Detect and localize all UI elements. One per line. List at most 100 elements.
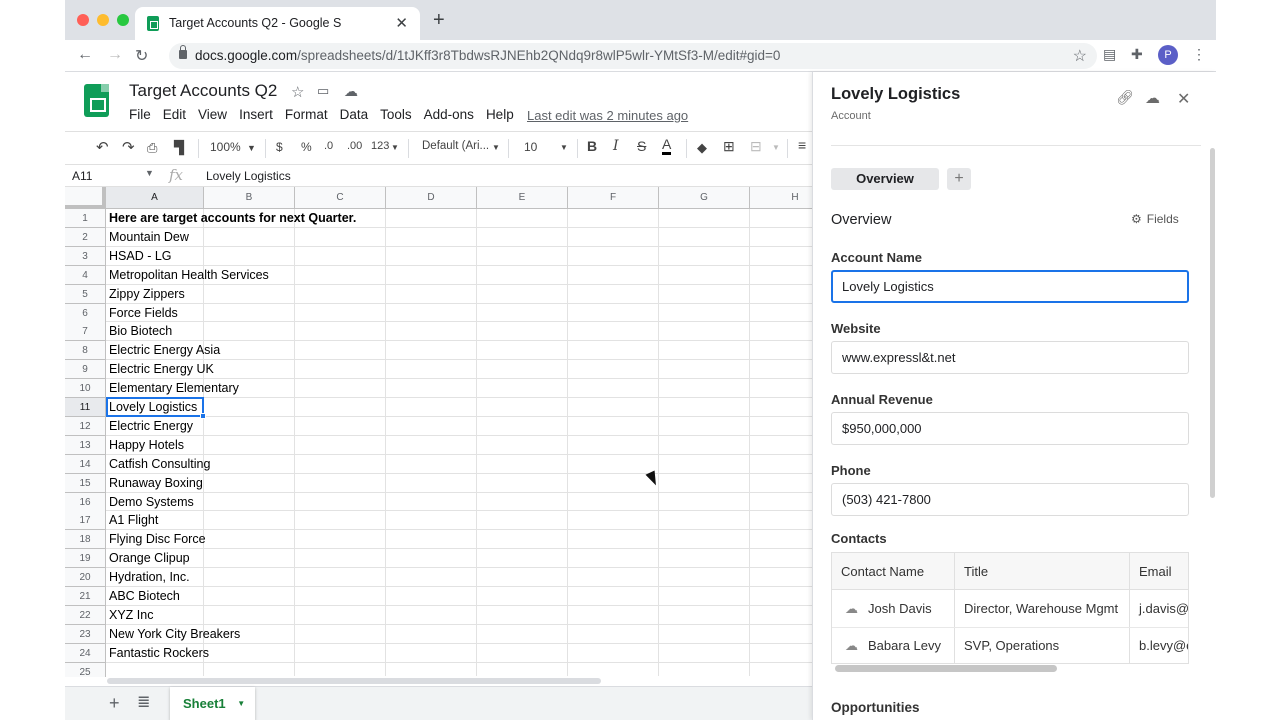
more-formats-dropdown-icon[interactable]: ▼ (391, 143, 399, 152)
menu-insert[interactable]: Insert (239, 107, 273, 122)
formula-input[interactable]: Lovely Logistics (206, 169, 291, 183)
strikethrough-button[interactable]: S (637, 138, 646, 154)
browser-tab[interactable]: Target Accounts Q2 - Google S ✕ (135, 7, 420, 40)
decrease-decimal-button[interactable]: .0 (324, 140, 333, 152)
cell[interactable]: Electric Energy (109, 417, 193, 436)
cell[interactable]: Electric Energy Asia (109, 341, 220, 360)
spreadsheet-grid[interactable]: A B C D E F G H 1 Here are target accounts for ne… (65, 187, 812, 677)
select-all-corner[interactable] (65, 187, 106, 209)
panel-vertical-scrollbar[interactable] (1210, 148, 1215, 498)
column-header-g[interactable]: G (659, 187, 750, 209)
sheet-tab-sheet1[interactable]: Sheet1 ▼ (170, 687, 255, 720)
cloud-icon[interactable]: ☁ (1145, 89, 1160, 107)
move-folder-icon[interactable]: ▭ (317, 83, 329, 99)
row-header[interactable]: 1 (65, 209, 106, 228)
menu-addons[interactable]: Add-ons (424, 107, 474, 122)
reading-list-icon[interactable]: ▤ (1103, 46, 1116, 63)
contacts-horizontal-scrollbar[interactable] (835, 665, 1057, 672)
sheets-logo-icon[interactable] (84, 84, 109, 117)
bold-button[interactable]: B (587, 138, 597, 154)
zoom-select[interactable]: 100% (210, 140, 241, 154)
phone-input[interactable]: (503) 421-7800 (831, 483, 1189, 516)
menu-help[interactable]: Help (486, 107, 514, 122)
row-header[interactable]: 19 (65, 549, 106, 569)
column-header-h[interactable]: H (750, 187, 812, 209)
column-header-c[interactable]: C (295, 187, 386, 209)
document-title[interactable]: Target Accounts Q2 (129, 81, 277, 101)
row-header[interactable]: 10 (65, 379, 106, 399)
text-color-button[interactable]: A (662, 137, 672, 155)
account-name-input[interactable]: Lovely Logistics (831, 270, 1189, 303)
font-select[interactable]: Default (Ari... (422, 140, 489, 152)
row-header[interactable]: 15 (65, 473, 106, 493)
undo-icon[interactable]: ↶ (96, 138, 109, 156)
contacts-header-email[interactable]: Email (1130, 553, 1188, 590)
column-header-e[interactable]: E (477, 187, 568, 209)
menu-file[interactable]: File (129, 107, 151, 122)
cell[interactable]: Happy Hotels (109, 436, 184, 455)
cell[interactable]: A1 Flight (109, 511, 158, 530)
row-header[interactable]: 5 (65, 284, 106, 304)
star-icon[interactable]: ☆ (291, 83, 304, 101)
maximize-window-button[interactable] (117, 14, 129, 26)
cell[interactable]: HSAD - LG (109, 247, 172, 266)
horizontal-scroll-thumb[interactable] (107, 678, 601, 684)
column-header-b[interactable]: B (204, 187, 295, 209)
merge-cells-icon[interactable]: ⊟ (750, 138, 762, 155)
close-tab-icon[interactable]: ✕ (395, 14, 408, 32)
italic-button[interactable]: I (613, 138, 619, 154)
cell[interactable]: Electric Energy UK (109, 360, 214, 379)
cell[interactable]: Mountain Dew (109, 228, 189, 247)
name-box[interactable]: A11 (72, 169, 92, 183)
column-header-d[interactable]: D (386, 187, 477, 209)
row-header[interactable]: 8 (65, 341, 106, 361)
zoom-dropdown-icon[interactable]: ▼ (247, 143, 256, 153)
row-header[interactable]: 17 (65, 511, 106, 531)
cell[interactable]: Here are target accounts for next Quarte… (109, 209, 356, 228)
cell[interactable]: Zippy Zippers (109, 285, 185, 304)
forward-arrow-icon[interactable]: → (107, 46, 123, 64)
reload-icon[interactable]: ↻ (135, 46, 148, 66)
contacts-header-name[interactable]: Contact Name (832, 553, 955, 590)
menu-tools[interactable]: Tools (380, 107, 412, 122)
row-header[interactable]: 11 (65, 398, 106, 417)
cell[interactable]: ABC Biotech (109, 587, 180, 606)
all-sheets-icon[interactable]: ≣ (137, 692, 150, 712)
borders-icon[interactable]: ⊞ (723, 138, 735, 155)
cloud-status-icon[interactable]: ☁ (344, 83, 358, 100)
link-icon[interactable]: 🔗︎ (1116, 89, 1134, 106)
cell[interactable]: Fantastic Rockers (109, 644, 209, 663)
cell[interactable]: Force Fields (109, 304, 178, 323)
contacts-header-title[interactable]: Title (955, 553, 1130, 590)
print-icon[interactable]: ⎙ (147, 140, 157, 156)
name-box-dropdown-icon[interactable]: ▼ (145, 168, 154, 178)
website-input[interactable]: www.expressl&t.net (831, 341, 1189, 374)
column-header-a[interactable]: A (106, 187, 204, 209)
cell[interactable]: Runaway Boxing (109, 474, 203, 493)
menu-edit[interactable]: Edit (163, 107, 186, 122)
row-header[interactable]: 14 (65, 454, 106, 474)
column-header-f[interactable]: F (568, 187, 659, 209)
menu-data[interactable]: Data (340, 107, 369, 122)
cell[interactable]: Demo Systems (109, 493, 194, 512)
font-dropdown-icon[interactable]: ▼ (492, 143, 500, 152)
row-header[interactable]: 4 (65, 265, 106, 285)
new-tab-icon[interactable]: + (433, 10, 445, 30)
annual-revenue-input[interactable]: $950,000,000 (831, 412, 1189, 445)
increase-decimal-button[interactable]: .00 (347, 140, 362, 152)
cell[interactable]: Elementary Elementary (109, 379, 239, 398)
last-edit-link[interactable]: Last edit was 2 minutes ago (527, 108, 688, 123)
back-arrow-icon[interactable]: ← (77, 46, 93, 64)
paint-format-icon[interactable]: ▜ (174, 140, 184, 156)
cell[interactable]: New York City Breakers (109, 625, 240, 644)
profile-avatar[interactable]: P (1158, 45, 1178, 65)
address-bar[interactable]: docs.google.com/spreadsheets/d/1tJKff3r8… (169, 43, 1097, 69)
cell[interactable]: Catfish Consulting (109, 455, 210, 474)
row-header[interactable]: 18 (65, 530, 106, 550)
cell[interactable]: Hydration, Inc. (109, 568, 190, 587)
merge-dropdown-icon[interactable]: ▼ (772, 143, 780, 152)
row-header[interactable]: 21 (65, 587, 106, 606)
cell[interactable]: Orange Clipup (109, 549, 190, 568)
bookmark-star-icon[interactable]: ☆ (1073, 46, 1087, 66)
font-size-select[interactable]: 10 (524, 140, 537, 154)
